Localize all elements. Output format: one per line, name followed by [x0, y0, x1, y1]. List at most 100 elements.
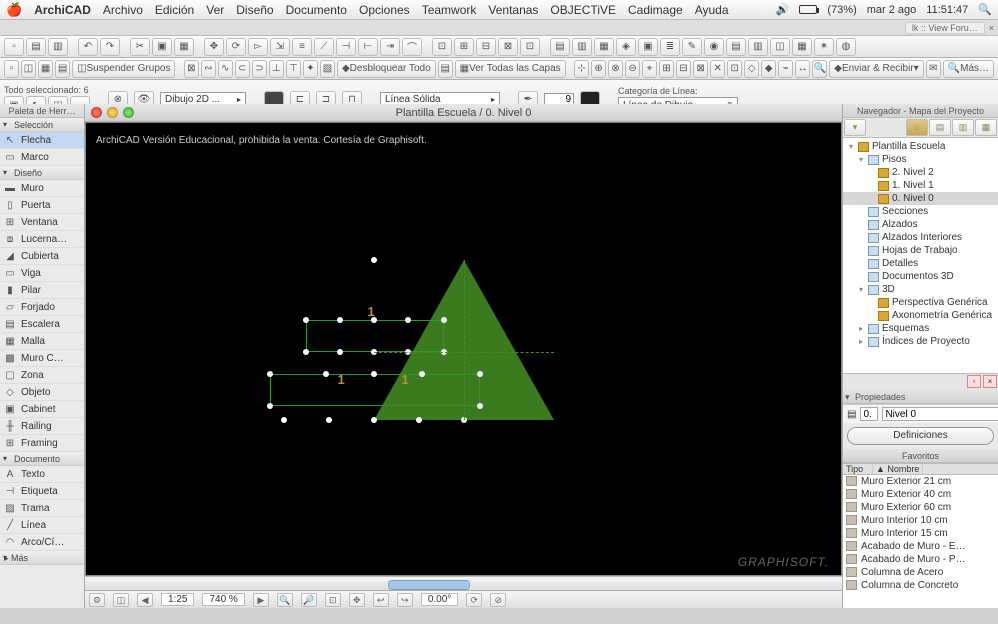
- tool-framing[interactable]: ⊞Framing: [0, 435, 84, 452]
- constraint-icon[interactable]: ⊤: [286, 60, 301, 78]
- menu-documento[interactable]: Documento: [286, 3, 347, 17]
- tool-door[interactable]: ▯Puerta: [0, 197, 84, 214]
- pensets-icon[interactable]: ▧: [320, 60, 335, 78]
- favorite-item[interactable]: Acabado de Muro - P…: [843, 553, 998, 566]
- show-all-layers-button[interactable]: ▦ Ver Todas las Capas: [455, 60, 566, 78]
- snap-h-icon[interactable]: ⊠: [693, 60, 708, 78]
- tool-arrow[interactable]: ↖Flecha: [0, 132, 84, 149]
- tool-skylight[interactable]: ⧈Lucerna…: [0, 231, 84, 248]
- menu-ver[interactable]: Ver: [206, 3, 224, 17]
- tool-mesh[interactable]: ▦Malla: [0, 333, 84, 350]
- split-icon[interactable]: ⟋: [314, 38, 334, 56]
- panel-close-icon[interactable]: ×: [983, 375, 997, 388]
- tool-railing[interactable]: ╫Railing: [0, 418, 84, 435]
- window-zoom-icon[interactable]: [123, 107, 134, 118]
- menubar-time[interactable]: 11:51:47: [926, 4, 968, 16]
- tree-sections[interactable]: Secciones: [843, 205, 998, 218]
- composite-icon[interactable]: ▤: [726, 38, 746, 56]
- nav-tab-view-map-icon[interactable]: ▤: [929, 119, 951, 136]
- lock-icon[interactable]: ⊠: [184, 60, 199, 78]
- favorite-item[interactable]: Muro Exterior 60 cm: [843, 501, 998, 514]
- link-3-icon[interactable]: ⊂: [235, 60, 250, 78]
- floor-plan-icon[interactable]: ▤: [550, 38, 570, 56]
- tool-text[interactable]: ATexto: [0, 466, 84, 483]
- apple-menu-icon[interactable]: 🍎: [6, 2, 22, 18]
- link-4-icon[interactable]: ⊃: [252, 60, 267, 78]
- tool-curtain-wall[interactable]: ▩Muro C…: [0, 350, 84, 367]
- offset-icon[interactable]: ≡: [292, 38, 312, 56]
- tree-worksheets[interactable]: Hojas de Trabajo: [843, 244, 998, 257]
- window-minimize-icon[interactable]: [107, 107, 118, 118]
- menu-edicion[interactable]: Edición: [155, 3, 194, 17]
- group-icon[interactable]: ▦: [38, 60, 53, 78]
- favorite-item[interactable]: Acabado de Muro - E…: [843, 540, 998, 553]
- tree-interior-elevations[interactable]: Alzados Interiores: [843, 231, 998, 244]
- elevation-icon[interactable]: ▦: [594, 38, 614, 56]
- move-icon[interactable]: ✥: [204, 38, 224, 56]
- tree-schedules[interactable]: ▸Esquemas: [843, 322, 998, 335]
- tool-wall[interactable]: ▬Muro: [0, 180, 84, 197]
- tree-stories[interactable]: ▾Pisos: [843, 153, 998, 166]
- tree-3d-docs[interactable]: Documentos 3D: [843, 270, 998, 283]
- trim-icon[interactable]: ⊣: [336, 38, 356, 56]
- pan-icon[interactable]: ✥: [349, 593, 365, 607]
- new-icon[interactable]: ▫: [4, 38, 24, 56]
- next-view-icon[interactable]: ↪: [397, 593, 413, 607]
- copy-icon[interactable]: ▣: [152, 38, 172, 56]
- ungroup-icon[interactable]: ▤: [55, 60, 70, 78]
- paste-icon[interactable]: ▦: [174, 38, 194, 56]
- tool-column[interactable]: ▮Pilar: [0, 282, 84, 299]
- zoom-field[interactable]: 740 %: [202, 593, 244, 606]
- fit-icon[interactable]: ⊡: [325, 593, 341, 607]
- tool-roof[interactable]: ◢Cubierta: [0, 248, 84, 265]
- selected-elements[interactable]: 1 1 1: [374, 260, 554, 420]
- rotate-view-icon[interactable]: ⟳: [466, 593, 482, 607]
- element-attr-icon[interactable]: ◫: [770, 38, 790, 56]
- tree-details[interactable]: Detalles: [843, 257, 998, 270]
- tree-level-0[interactable]: 0. Nivel 0: [843, 192, 998, 205]
- prev-view-icon[interactable]: ↩: [373, 593, 389, 607]
- more-view-icon[interactable]: ▦: [792, 38, 812, 56]
- navigator-tree[interactable]: ▾Plantilla Escuela ▾Pisos 2. Nivel 2 1. …: [843, 138, 998, 374]
- reset-rotate-icon[interactable]: ⊘: [490, 593, 506, 607]
- tree-level-2[interactable]: 2. Nivel 2: [843, 166, 998, 179]
- section-icon[interactable]: ▥: [572, 38, 592, 56]
- snap-e-icon[interactable]: ⌖: [642, 60, 657, 78]
- orientation-icon[interactable]: ◫: [113, 593, 129, 607]
- toolbox-section-selection[interactable]: Selección: [0, 118, 84, 132]
- favorites-list[interactable]: Muro Exterior 21 cm Muro Exterior 40 cm …: [843, 475, 998, 608]
- snap-i-icon[interactable]: ✕: [710, 60, 725, 78]
- more-button[interactable]: 🔍 Más…: [943, 60, 994, 78]
- definitions-button[interactable]: Definiciones: [847, 427, 994, 445]
- favorite-item[interactable]: Muro Exterior 21 cm: [843, 475, 998, 488]
- snap-4-icon[interactable]: ⊠: [498, 38, 518, 56]
- tool-label[interactable]: ⊣Etiqueta: [0, 483, 84, 500]
- std-view-icon[interactable]: ▫: [4, 60, 19, 78]
- layers-icon[interactable]: ▤: [438, 60, 453, 78]
- tree-axonometry[interactable]: Axonometría Genérica: [843, 309, 998, 322]
- tool-marquee[interactable]: ▭Marco: [0, 149, 84, 166]
- nav-tab-publisher-icon[interactable]: ▦: [975, 119, 997, 136]
- tool-slab[interactable]: ▱Forjado: [0, 299, 84, 316]
- zoom-out-icon[interactable]: 🔎: [301, 593, 317, 607]
- messages-icon[interactable]: ✉: [926, 60, 941, 78]
- snap-1-icon[interactable]: ⊡: [432, 38, 452, 56]
- tool-object[interactable]: ◇Objeto: [0, 384, 84, 401]
- properties-header[interactable]: ▾Propiedades: [843, 390, 998, 404]
- tool-line[interactable]: ╱Línea: [0, 517, 84, 534]
- story-name-input[interactable]: [882, 407, 998, 421]
- tree-level-1[interactable]: 1. Nivel 1: [843, 179, 998, 192]
- cut-icon[interactable]: ✂: [130, 38, 150, 56]
- save-icon[interactable]: ▥: [48, 38, 68, 56]
- angle-field[interactable]: 0.00°: [421, 593, 458, 606]
- favorite-item[interactable]: Muro Exterior 40 cm: [843, 488, 998, 501]
- menu-objective[interactable]: OBJECTiVE: [550, 3, 616, 17]
- open-icon[interactable]: ▤: [26, 38, 46, 56]
- mirror-icon[interactable]: ▻: [248, 38, 268, 56]
- 3d-icon[interactable]: ◈: [616, 38, 636, 56]
- menu-archivo[interactable]: Archivo: [103, 3, 143, 17]
- stretch-icon[interactable]: ⇲: [270, 38, 290, 56]
- menu-teamwork[interactable]: Teamwork: [422, 3, 477, 17]
- nav-tab-popup-icon[interactable]: ▾: [844, 119, 866, 136]
- horizontal-scrollbar[interactable]: [85, 576, 842, 590]
